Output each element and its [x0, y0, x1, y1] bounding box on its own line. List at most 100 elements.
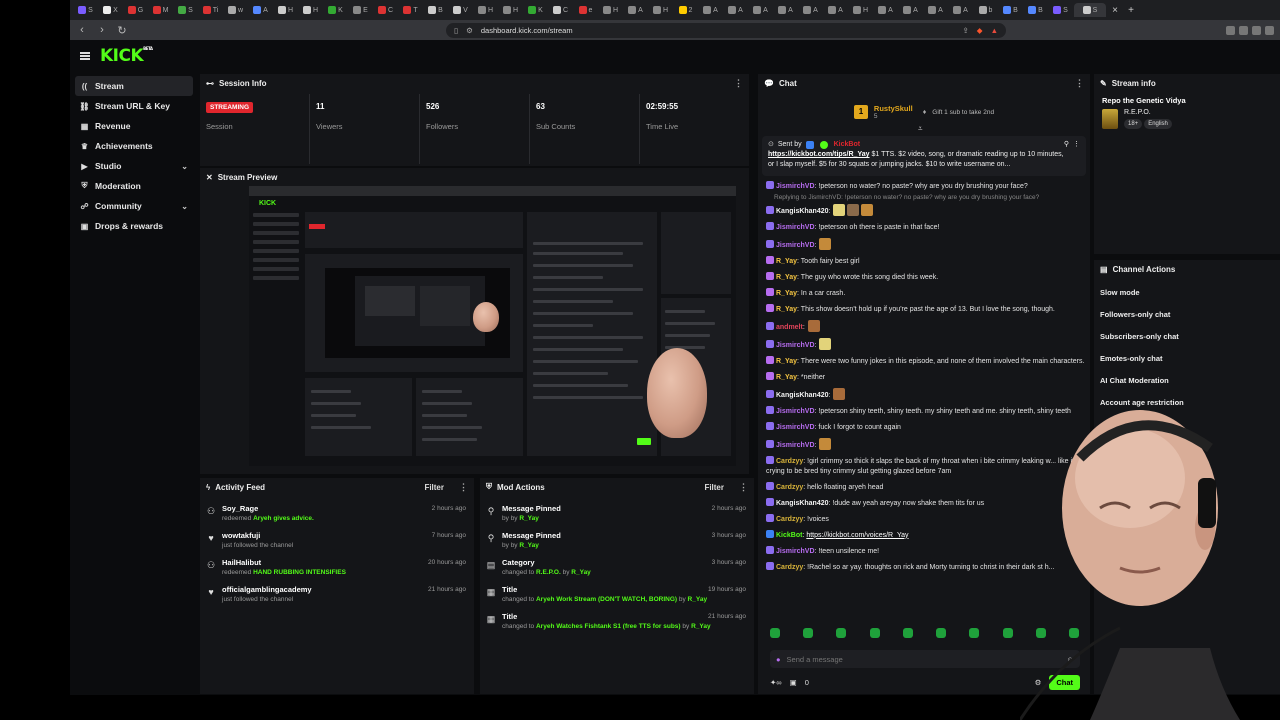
unpin-icon[interactable]: ⚲	[1064, 140, 1069, 150]
share-icon[interactable]: ⇪	[962, 26, 968, 35]
chat-username[interactable]: JismirchVD	[776, 408, 815, 415]
browser-tab[interactable]: B	[1024, 3, 1047, 17]
pinned-link[interactable]: https://kickbot.com/tips/R_Yay	[768, 151, 870, 158]
stream-preview-video[interactable]: KICK	[249, 186, 736, 466]
browser-tab[interactable]: T	[399, 3, 422, 17]
more-icon[interactable]: ⋮	[1075, 78, 1084, 89]
settings-icon[interactable]: ⚙	[1035, 678, 1042, 687]
filter-button[interactable]: Filter	[704, 483, 724, 492]
chat-username[interactable]: JismirchVD	[776, 424, 815, 431]
chat-message[interactable]: R_Yay: In a car crash.	[762, 285, 1092, 301]
chat-message[interactable]: JismirchVD: !teen unsilence me!	[762, 543, 1092, 559]
browser-tab[interactable]: K	[324, 3, 347, 17]
chat-message[interactable]: JismirchVD: !peterson shiny teeth, shiny…	[762, 403, 1092, 419]
channel-action-account-age-restriction[interactable]: Account age restriction	[1094, 392, 1280, 414]
chat-message[interactable]: JismirchVD: !peterson no water? no paste…	[762, 178, 1092, 194]
browser-tab[interactable]: C	[549, 3, 572, 17]
browser-tab[interactable]: H	[599, 3, 622, 17]
browser-tab[interactable]: M	[149, 3, 172, 17]
extension-icon[interactable]	[1226, 25, 1235, 35]
mic-icon[interactable]: ●	[776, 655, 781, 664]
extension-icon[interactable]	[1265, 25, 1274, 35]
sidebar-item-studio[interactable]: ▶ Studio ⌄	[75, 156, 193, 176]
chat-message[interactable]: R_Yay: *neither	[762, 369, 1092, 385]
more-icon[interactable]: ⋮	[459, 482, 468, 493]
browser-tab[interactable]: H	[299, 3, 322, 17]
browser-tab[interactable]: S	[174, 3, 197, 17]
chat-username[interactable]: R_Yay	[776, 358, 797, 365]
browser-tab[interactable]: S	[1074, 3, 1106, 17]
emote-icon[interactable]	[1068, 628, 1079, 638]
more-icon[interactable]: ⋮	[1073, 140, 1080, 150]
emote-icon[interactable]	[969, 628, 980, 638]
browser-tab[interactable]: w	[224, 3, 247, 17]
activity-user[interactable]: HailHalibut	[222, 558, 346, 567]
activity-user[interactable]: Soy_Rage	[222, 504, 314, 513]
top-gifter-name[interactable]: RustySkull	[874, 104, 913, 113]
emote-icon[interactable]	[902, 628, 913, 638]
sidebar-item-moderation[interactable]: ⛨ Moderation	[75, 176, 193, 196]
channel-action-emotes-only-chat[interactable]: Emotes-only chat	[1094, 348, 1280, 370]
sidebar-item-revenue[interactable]: ▦ Revenue	[75, 116, 193, 136]
chat-message[interactable]: R_Yay: The guy who wrote this song died …	[762, 269, 1092, 285]
close-tab-icon[interactable]: ×	[1108, 5, 1122, 16]
chat-username[interactable]: R_Yay	[776, 290, 797, 297]
shop-icon[interactable]: ▣	[790, 678, 797, 687]
tag-chip[interactable]: English	[1144, 119, 1172, 129]
channel-action-ai-chat-moderation[interactable]: AI Chat Moderation	[1094, 370, 1280, 392]
sidebar-item-community[interactable]: ☍ Community ⌄	[75, 196, 193, 216]
browser-tab[interactable]: V	[449, 3, 472, 17]
browser-tab[interactable]: A	[924, 3, 947, 17]
back-icon[interactable]: ‹	[76, 24, 88, 36]
chevron-down-icon[interactable]: ⌄	[181, 202, 188, 211]
chat-input-box[interactable]: ● ☺	[770, 650, 1080, 668]
chat-message[interactable]: R_Yay: This show doesn't hold up if you'…	[762, 301, 1092, 317]
chat-message[interactable]: KickBot: https://kickbot.com/voices/R_Ya…	[762, 527, 1092, 543]
browser-tab[interactable]: A	[724, 3, 747, 17]
browser-tab[interactable]: A	[699, 3, 722, 17]
emote-icon[interactable]	[836, 628, 847, 638]
chat-message[interactable]: Cardzyy: hello floating aryeh head	[762, 479, 1092, 495]
more-icon[interactable]: ⋮	[734, 78, 743, 89]
pinned-sender[interactable]: KickBot	[834, 140, 860, 150]
browser-tab[interactable]: A	[749, 3, 772, 17]
channel-action-subscribers-only-chat[interactable]: Subscribers-only chat	[1094, 326, 1280, 348]
emoji-icon[interactable]: ☺	[1066, 655, 1074, 664]
reply-reference[interactable]: Replying to JismirchVD: !peterson no wat…	[762, 194, 1092, 201]
emote-icon[interactable]	[869, 628, 880, 638]
chat-username[interactable]: Cardzyy	[776, 458, 803, 465]
browser-tab[interactable]: A	[774, 3, 797, 17]
tag-chip[interactable]: 18+	[1124, 119, 1143, 129]
chat-message[interactable]: andmelt:	[762, 317, 1092, 335]
chat-message[interactable]: JismirchVD: !peterson oh there is paste …	[762, 219, 1092, 235]
emote-icon[interactable]	[803, 628, 814, 638]
browser-tab[interactable]: E	[349, 3, 372, 17]
chat-message[interactable]: R_Yay: Tooth fairy best girl	[762, 253, 1092, 269]
emote-icon[interactable]	[1035, 628, 1046, 638]
browser-tab[interactable]: C	[374, 3, 397, 17]
sidebar-item-drops-rewards[interactable]: ▣ Drops & rewards	[75, 216, 193, 236]
browser-tab[interactable]: A	[949, 3, 972, 17]
browser-tab[interactable]: S	[74, 3, 97, 17]
chat-username[interactable]: JismirchVD	[776, 183, 815, 190]
browser-tab[interactable]: H	[649, 3, 672, 17]
browser-tab[interactable]: H	[274, 3, 297, 17]
more-icon[interactable]: ⋮	[739, 482, 748, 493]
browser-tab[interactable]: B	[424, 3, 447, 17]
browser-tab[interactable]: A	[874, 3, 897, 17]
browser-tab[interactable]: K	[524, 3, 547, 17]
chat-username[interactable]: JismirchVD	[776, 442, 815, 449]
filter-button[interactable]: Filter	[424, 483, 444, 492]
chat-username[interactable]: JismirchVD	[776, 242, 815, 249]
browser-tab[interactable]: A	[899, 3, 922, 17]
rewards-icon[interactable]: ✦∞	[770, 678, 782, 687]
channel-action-slow-mode[interactable]: Slow mode	[1094, 282, 1280, 304]
collapse-chevron-icon[interactable]: ⩡	[918, 124, 923, 134]
chat-username[interactable]: Cardzyy	[776, 564, 803, 571]
chat-message[interactable]: R_Yay: There were two funny jokes in thi…	[762, 353, 1092, 369]
reload-icon[interactable]: ↻	[116, 24, 128, 37]
bookmark-icon[interactable]: ▯	[454, 26, 458, 35]
chat-username[interactable]: R_Yay	[776, 258, 797, 265]
browser-tab[interactable]: 2	[674, 3, 697, 17]
chat-message[interactable]: JismirchVD:	[762, 335, 1092, 353]
